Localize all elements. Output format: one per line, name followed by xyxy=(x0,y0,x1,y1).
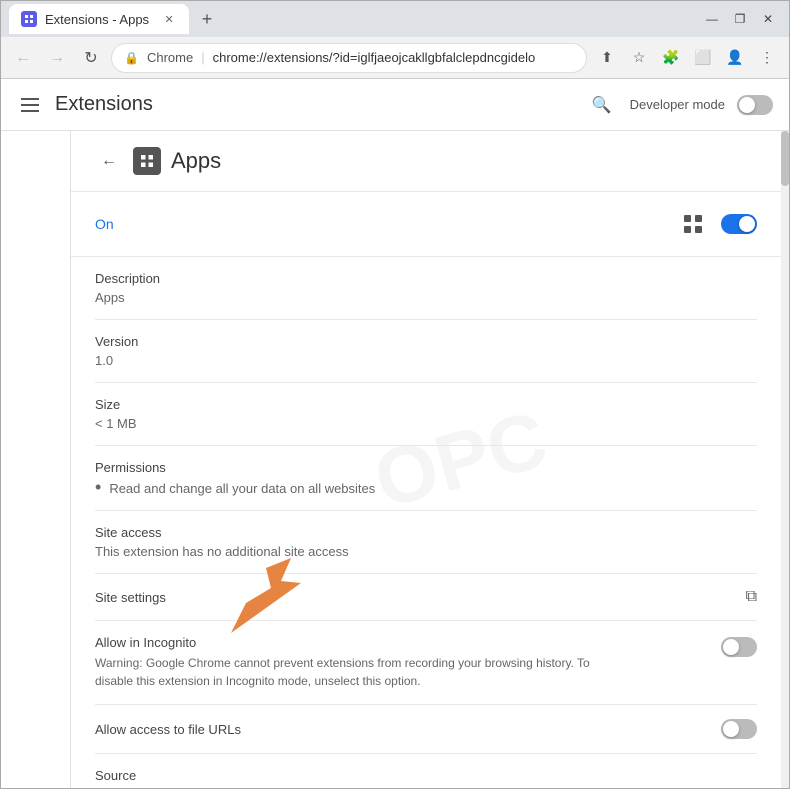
reload-button[interactable]: ↻ xyxy=(77,44,105,72)
menu-button[interactable]: ⋮ xyxy=(753,44,781,72)
permissions-label: Permissions xyxy=(95,460,757,475)
incognito-toggle-knob xyxy=(723,639,739,655)
size-value: < 1 MB xyxy=(95,416,757,431)
site-settings-row[interactable]: Site settings ⧉ xyxy=(95,574,757,621)
main-content: OPC ← Apps On xyxy=(71,131,781,788)
close-button[interactable]: ✕ xyxy=(755,9,781,29)
browser-tab[interactable]: Extensions - Apps ✕ xyxy=(9,4,189,34)
version-value: 1.0 xyxy=(95,353,757,368)
file-access-text: Allow access to file URLs xyxy=(95,722,709,737)
description-label: Description xyxy=(95,271,757,286)
info-sections: Description Apps Version 1.0 Size < 1 MB xyxy=(71,257,781,788)
extensions-title: Extensions xyxy=(55,93,574,116)
browser-window: Extensions - Apps ✕ + — ❐ ✕ ← → ↻ 🔒 Chro… xyxy=(0,0,790,789)
extension-detail: ← Apps On xyxy=(71,131,781,788)
incognito-desc: Warning: Google Chrome cannot prevent ex… xyxy=(95,654,615,690)
tab-close-button[interactable]: ✕ xyxy=(161,11,177,27)
version-label: Version xyxy=(95,334,757,349)
site-settings-label: Site settings xyxy=(95,590,746,605)
tab-extension-icon xyxy=(21,11,37,27)
share-button[interactable]: ⬆ xyxy=(593,44,621,72)
sidebar-button[interactable]: ⬜ xyxy=(689,44,717,72)
dev-mode-label: Developer mode xyxy=(630,97,725,112)
sidebar xyxy=(1,131,71,788)
site-access-label: Site access xyxy=(95,525,757,540)
minimize-button[interactable]: — xyxy=(699,9,725,29)
hamburger-line-2 xyxy=(21,104,39,106)
url-text: chrome://extensions/?id=iglfjaeojcakllgb… xyxy=(213,50,536,65)
size-row: Size < 1 MB xyxy=(95,383,757,446)
incognito-text: Allow in Incognito Warning: Google Chrom… xyxy=(95,635,709,690)
tab-title: Extensions - Apps xyxy=(45,12,149,27)
address-bar[interactable]: 🔒 Chrome | chrome://extensions/?id=iglfj… xyxy=(111,43,587,73)
browser-name-label: Chrome xyxy=(147,50,193,65)
permission-item: • Read and change all your data on all w… xyxy=(95,481,757,496)
site-access-value: This extension has no additional site ac… xyxy=(95,544,757,559)
source-value: Not from Chrome Web Store. xyxy=(95,787,757,788)
title-bar: Extensions - Apps ✕ + — ❐ ✕ xyxy=(1,1,789,37)
maximize-button[interactable]: ❐ xyxy=(727,9,753,29)
file-access-row: Allow access to file URLs xyxy=(95,705,757,754)
incognito-row: Allow in Incognito Warning: Google Chrom… xyxy=(95,621,757,705)
toggle-on-row: On xyxy=(71,192,781,257)
toggle-knob xyxy=(739,97,755,113)
bookmark-button[interactable]: ☆ xyxy=(625,44,653,72)
permissions-row: Permissions • Read and change all your d… xyxy=(95,446,757,511)
content-area: OPC ← Apps On xyxy=(1,131,789,788)
source-row: Source Not from Chrome Web Store. xyxy=(95,754,757,788)
status-label: On xyxy=(95,216,677,232)
navigation-bar: ← → ↻ 🔒 Chrome | chrome://extensions/?id… xyxy=(1,37,789,79)
hamburger-menu[interactable] xyxy=(17,94,43,116)
version-row: Version 1.0 xyxy=(95,320,757,383)
file-access-label: Allow access to file URLs xyxy=(95,722,709,737)
new-tab-button[interactable]: + xyxy=(193,5,221,33)
back-button[interactable]: ← xyxy=(9,44,37,72)
nav-actions: ⬆ ☆ 🧩 ⬜ 👤 ⋮ xyxy=(593,44,781,72)
extension-name: Apps xyxy=(171,148,221,174)
extension-enable-toggle[interactable] xyxy=(721,214,757,234)
hamburger-line-3 xyxy=(21,110,39,112)
source-label: Source xyxy=(95,768,757,783)
site-access-row: Site access This extension has no additi… xyxy=(95,511,757,574)
extensions-button[interactable]: 🧩 xyxy=(657,44,685,72)
search-button[interactable]: 🔍 xyxy=(586,89,618,121)
extension-toggle-knob xyxy=(739,216,755,232)
scrollbar-thumb[interactable] xyxy=(781,131,789,186)
security-icon: 🔒 xyxy=(124,51,139,65)
detail-header: ← Apps xyxy=(71,131,781,192)
extensions-header: Extensions 🔍 Developer mode xyxy=(1,79,789,131)
dev-mode-toggle[interactable] xyxy=(737,95,773,115)
description-value: Apps xyxy=(95,290,757,305)
window-controls: — ❐ ✕ xyxy=(699,9,781,29)
extension-app-icon xyxy=(133,147,161,175)
description-row: Description Apps xyxy=(95,257,757,320)
permission-text: Read and change all your data on all web… xyxy=(109,481,375,496)
forward-button[interactable]: → xyxy=(43,44,71,72)
file-access-toggle[interactable] xyxy=(721,719,757,739)
scrollbar-track[interactable] xyxy=(781,131,789,788)
url-separator: | xyxy=(201,50,204,65)
hamburger-line-1 xyxy=(21,98,39,100)
bullet-icon: • xyxy=(95,478,101,496)
back-to-extensions-button[interactable]: ← xyxy=(95,147,123,175)
size-label: Size xyxy=(95,397,757,412)
incognito-title: Allow in Incognito xyxy=(95,635,709,650)
external-link-icon: ⧉ xyxy=(746,588,757,606)
incognito-toggle[interactable] xyxy=(721,637,757,657)
profile-button[interactable]: 👤 xyxy=(721,44,749,72)
grid-view-icon[interactable] xyxy=(677,208,709,240)
file-access-toggle-knob xyxy=(723,721,739,737)
